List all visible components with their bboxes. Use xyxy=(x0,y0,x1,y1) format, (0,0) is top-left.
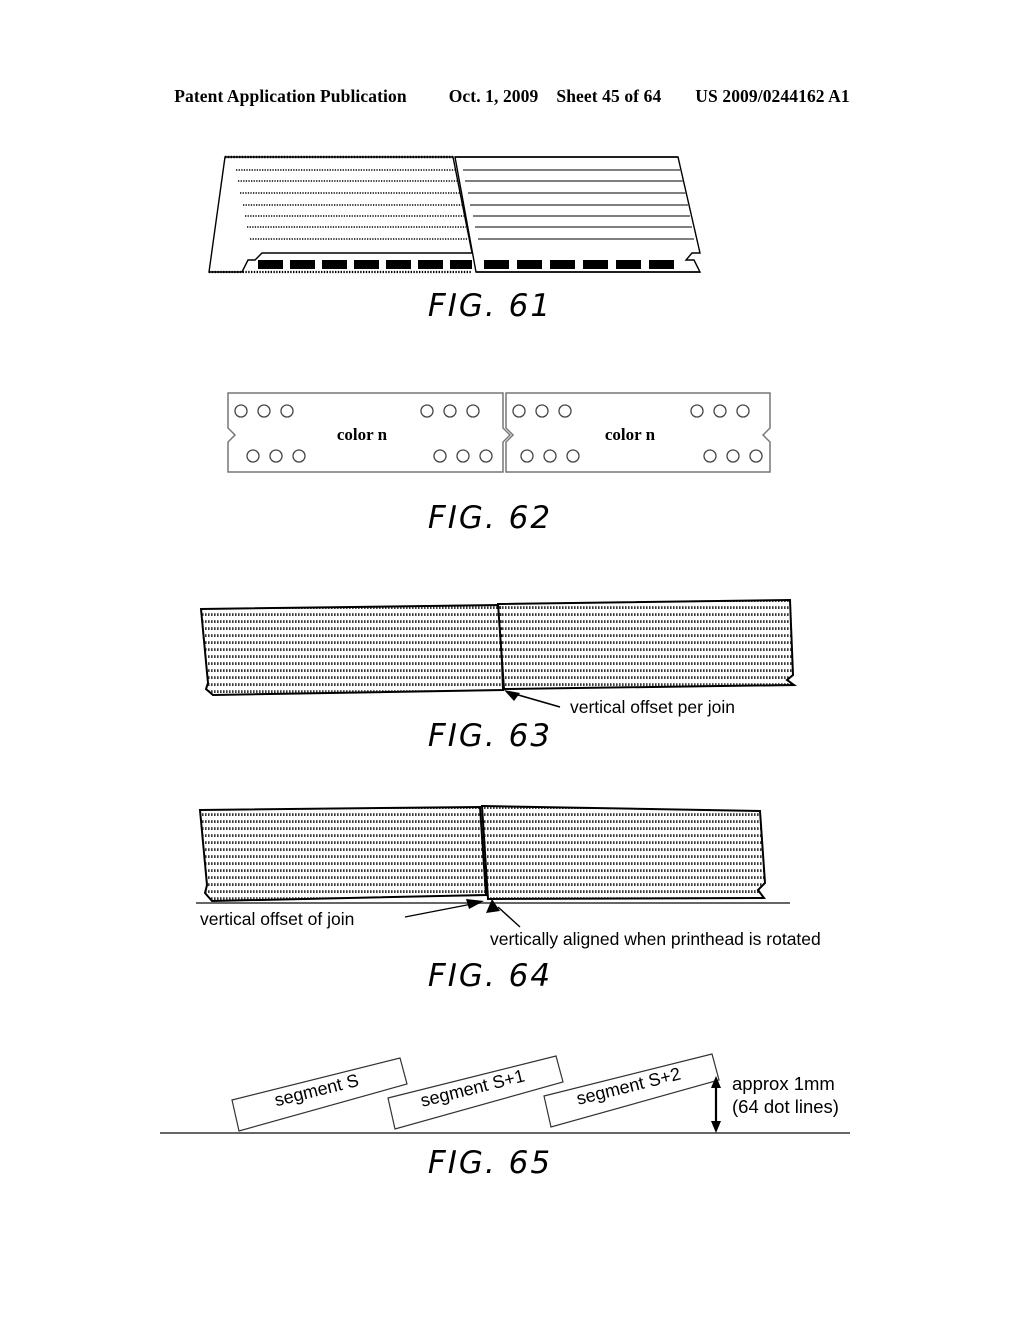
figure-61-caption: FIG. 61 xyxy=(427,288,553,324)
fig65-scale-label-line1: approx 1mm xyxy=(732,1073,835,1094)
fig63-left-segment xyxy=(199,603,505,697)
figure-63-drawing: vertical offset per join xyxy=(199,598,798,717)
fig65-scale-label-line2: (64 dot lines) xyxy=(732,1096,839,1117)
header-patent-number: US 2009/0244162 A1 xyxy=(695,86,850,106)
figure-63: vertical offset per join xyxy=(190,595,810,717)
fig65-segment-2: segment S+1 xyxy=(387,1055,564,1130)
figure-62: color n color n xyxy=(225,390,775,480)
fig62-right-segment: color n xyxy=(505,392,771,473)
figure-62-drawing: color n color n xyxy=(227,392,771,473)
fig64-aligned-label: vertically aligned when printhead is rot… xyxy=(490,929,821,949)
fig64-offset-label: vertical offset of join xyxy=(200,909,354,929)
fig63-right-segment xyxy=(496,598,798,691)
fig65-segment-3: segment S+2 xyxy=(543,1053,720,1128)
figure-63-caption: FIG. 63 xyxy=(427,718,553,754)
fig62-left-segment: color n xyxy=(227,392,512,473)
page-header: Patent Application Publication Oct. 1, 20… xyxy=(0,86,1024,107)
fig62-right-label: color n xyxy=(605,425,656,444)
patent-drawing-page: Patent Application Publication Oct. 1, 20… xyxy=(0,0,1024,1320)
fig65-scale-arrow xyxy=(711,1076,721,1133)
fig63-offset-leader xyxy=(504,690,561,708)
fig61-left-nozzle-bars xyxy=(258,260,472,269)
figure-65-caption: FIG. 65 xyxy=(427,1145,553,1181)
fig61-left-segment xyxy=(208,155,473,274)
header-date: Oct. 1, 2009 xyxy=(448,86,539,106)
header-sheet: Sheet 45 of 64 xyxy=(556,86,662,106)
fig64-offset-leader xyxy=(404,899,484,918)
figure-65: segment S segment S+1 segment S+2 approx… xyxy=(160,1040,880,1150)
header-publication: Patent Application Publication xyxy=(174,86,407,106)
fig65-segment-1: segment S xyxy=(231,1057,408,1132)
figure-65-drawing: segment S segment S+1 segment S+2 approx… xyxy=(160,1053,850,1134)
figure-61-drawing xyxy=(208,155,702,274)
fig64-left-segment xyxy=(198,805,488,903)
fig63-offset-label: vertical offset per join xyxy=(570,697,735,717)
figure-62-caption: FIG. 62 xyxy=(427,500,553,536)
figure-61 xyxy=(200,150,740,280)
fig61-right-segment xyxy=(454,156,702,273)
figure-64-caption: FIG. 64 xyxy=(427,958,553,994)
fig64-right-segment xyxy=(480,804,767,901)
fig62-left-label: color n xyxy=(337,425,388,444)
figure-64: vertical offset of join vertically align… xyxy=(190,795,870,955)
figure-64-drawing: vertical offset of join vertically align… xyxy=(196,804,821,949)
